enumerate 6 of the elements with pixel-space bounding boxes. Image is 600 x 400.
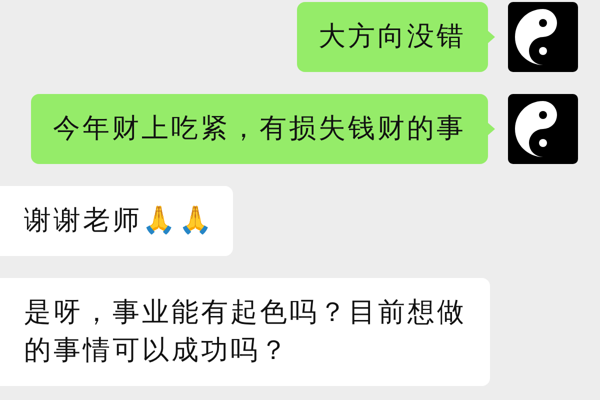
bubble-tail — [487, 122, 495, 136]
message-bubble: 是呀，事业能有起色吗？目前想做的事情可以成功吗？ — [0, 278, 490, 386]
yin-yang-avatar-icon — [508, 94, 578, 164]
yin-yang-avatar-icon — [508, 2, 578, 72]
message-bubble: 谢谢老师🙏🙏 — [0, 186, 233, 256]
bubble-tail — [487, 30, 495, 44]
